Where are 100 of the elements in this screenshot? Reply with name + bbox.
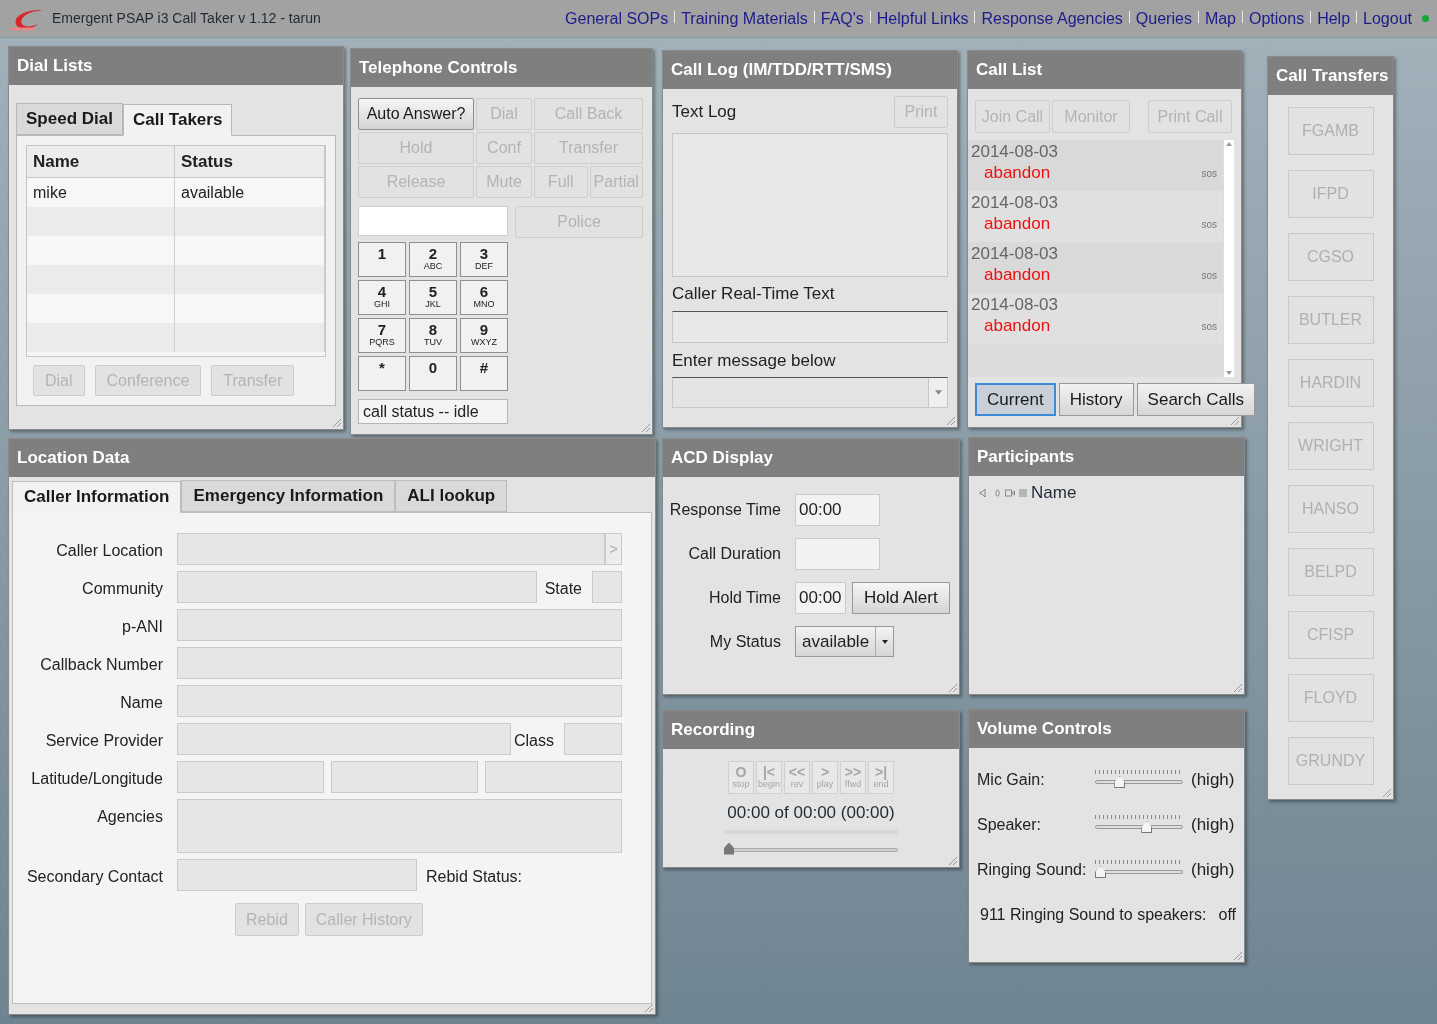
message-dropdown[interactable]: [672, 377, 948, 408]
resize-grip-icon[interactable]: [644, 1003, 654, 1013]
field-label: Call Duration: [687, 544, 781, 564]
panel-title: Location Data: [17, 447, 130, 470]
call-date: 2014-08-03: [971, 142, 1059, 162]
view-button[interactable]: Search Calls: [1136, 383, 1255, 416]
call-status: abandon: [984, 264, 1051, 286]
resize-grip-icon[interactable]: [1233, 683, 1243, 693]
setting-label: 911 Ringing Sound to speakers:: [980, 905, 1207, 925]
slider-thumb[interactable]: [724, 842, 734, 855]
keypad-key[interactable]: 1: [358, 242, 406, 277]
input-field[interactable]: [672, 310, 948, 343]
panel-title: Call Log (IM/TDD/RTT/SMS): [671, 59, 892, 82]
transport-button[interactable]: << rev: [784, 761, 810, 794]
input-field[interactable]: 00:00: [795, 494, 880, 526]
transport-button[interactable]: >| end: [868, 761, 894, 794]
column-header: Status: [175, 146, 325, 178]
field-label: Service Provider: [44, 731, 163, 751]
tab[interactable]: Speed Dial: [16, 103, 123, 135]
slider-thumb[interactable]: [1141, 821, 1153, 833]
scroll-down-icon[interactable]: [1226, 371, 1232, 375]
nav-link[interactable]: Helpful Links: [876, 6, 969, 31]
slider-reading: (high): [1191, 859, 1235, 882]
slider-label: Ringing Sound:: [977, 860, 1088, 880]
keypad-key[interactable]: *: [358, 356, 406, 391]
panel-title: ACD Display: [671, 447, 774, 470]
input-field[interactable]: 00:00: [795, 582, 846, 614]
resize-grip-icon[interactable]: [1233, 951, 1243, 961]
keypad-key[interactable]: 6 MNO: [460, 280, 508, 315]
tab[interactable]: Call Takers: [122, 104, 233, 136]
scrollbar[interactable]: [1223, 140, 1234, 377]
call-list-item[interactable]: 2014-08-03 abandon sos: [968, 293, 1223, 344]
keypad-key[interactable]: 3 DEF: [460, 242, 508, 277]
panel-title: Volume Controls: [977, 718, 1112, 741]
keypad-key[interactable]: 9 WXYZ: [460, 318, 508, 353]
resize-grip-icon[interactable]: [332, 418, 342, 428]
keypad-key[interactable]: 5 JKL: [409, 280, 457, 315]
field-label: Caller Location: [55, 541, 163, 561]
tab[interactable]: Emergency Information: [181, 480, 396, 512]
nav-link[interactable]: Help: [1317, 6, 1351, 31]
transport-button[interactable]: |< begin: [756, 761, 782, 794]
label: Enter message below: [672, 349, 837, 372]
keypad-key[interactable]: 7 PQRS: [358, 318, 406, 353]
nav-link[interactable]: Queries: [1135, 6, 1192, 31]
tab[interactable]: ALI lookup: [395, 480, 508, 512]
nav-link[interactable]: Map: [1204, 6, 1236, 31]
nav-link[interactable]: FAQ's: [820, 6, 864, 31]
recording-time: 00:00 of 00:00 (00:00): [727, 802, 895, 824]
button[interactable]: Auto Answer?: [358, 98, 474, 130]
nav-link[interactable]: Response Agencies: [981, 6, 1123, 31]
resize-grip-icon[interactable]: [1382, 788, 1392, 798]
hold-alert-button[interactable]: Hold Alert: [852, 582, 950, 614]
field-label: My Status: [708, 631, 781, 652]
slider-thumb[interactable]: [1114, 776, 1126, 788]
resize-grip-icon[interactable]: [1230, 416, 1240, 426]
keypad-key[interactable]: #: [460, 356, 508, 391]
transport-button[interactable]: O stop: [728, 761, 754, 794]
panel-title: Participants: [977, 446, 1075, 469]
number-field[interactable]: [358, 206, 508, 236]
field-label: Response Time: [668, 500, 781, 520]
slider-label: Mic Gain:: [977, 770, 1046, 790]
nav-link[interactable]: Training Materials: [681, 6, 808, 31]
nav-link[interactable]: Logout: [1363, 6, 1412, 31]
resize-grip-icon[interactable]: [948, 683, 958, 693]
field-label: p-ANI: [121, 617, 163, 637]
resize-grip-icon[interactable]: [641, 423, 651, 433]
field-label: Callback Number: [39, 655, 163, 675]
keypad-key[interactable]: 4 GHI: [358, 280, 406, 315]
label: Caller Real-Time Text: [672, 283, 836, 305]
field-label: Agencies: [96, 807, 163, 827]
column-header: Name: [1031, 482, 1077, 504]
call-list-item[interactable]: 2014-08-03 abandon sos: [968, 191, 1223, 242]
nav-link[interactable]: Options: [1249, 6, 1305, 31]
slider-thumb[interactable]: [1095, 866, 1106, 878]
call-date: 2014-08-03: [971, 193, 1059, 213]
view-button[interactable]: Current: [975, 383, 1056, 416]
panel-title: Call List: [976, 59, 1043, 82]
nav-link[interactable]: General SOPs: [565, 6, 669, 31]
slider-label: Speaker:: [977, 815, 1043, 835]
tab[interactable]: Caller Information: [12, 481, 182, 513]
progress-slider[interactable]: [724, 829, 898, 854]
view-button[interactable]: History: [1058, 383, 1134, 416]
call-tag: sos: [1201, 217, 1217, 232]
field-label: Hold Time: [707, 588, 781, 608]
call-date: 2014-08-03: [971, 295, 1059, 315]
keypad-key[interactable]: 0: [409, 356, 457, 391]
field-label: Secondary Contact: [25, 867, 163, 887]
field-label: Community: [81, 579, 163, 599]
transport-button[interactable]: > play: [812, 761, 838, 794]
panel-title: Telephone Controls: [359, 57, 518, 80]
call-status: abandon: [984, 162, 1051, 184]
resize-grip-icon[interactable]: [946, 416, 956, 426]
scroll-up-icon[interactable]: [1226, 142, 1232, 146]
status-dropdown[interactable]: available: [795, 626, 895, 657]
field-label: Class: [514, 731, 554, 751]
keypad-key[interactable]: 8 TUV: [409, 318, 457, 353]
call-tag: sos: [1201, 268, 1217, 283]
resize-grip-icon[interactable]: [948, 856, 958, 866]
caret-icon[interactable]: [928, 378, 947, 407]
keypad-key[interactable]: 2 ABC: [409, 242, 457, 277]
